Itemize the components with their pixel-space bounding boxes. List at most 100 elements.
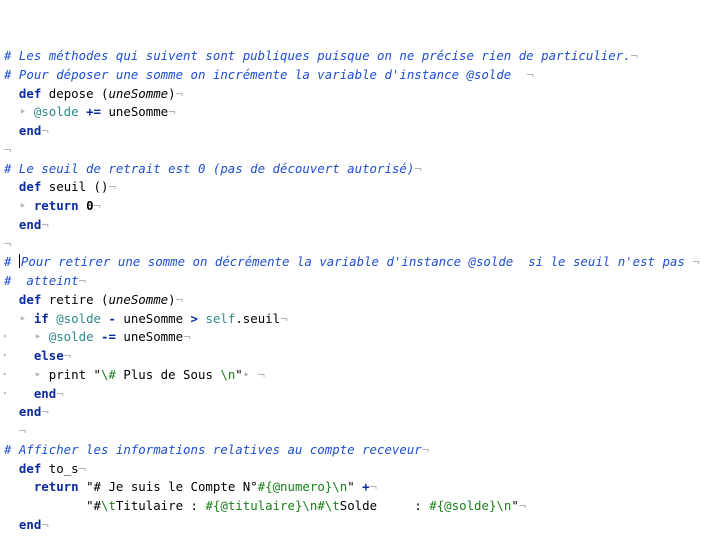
token-invis: ¬ [692,254,700,270]
token-keyword: return [33,198,79,213]
token-op: += [86,104,101,120]
code-text: # Le seuil de retrait est 0 (pas de déco… [4,159,422,178]
code-line[interactable]: # Afficher les informations relatives au… [0,440,720,459]
code-line[interactable]: ‣ else¬ [0,346,720,365]
code-line[interactable]: end¬ [0,121,720,140]
token-invis: ¬ [41,216,49,232]
token-invis: ¬ [526,66,534,82]
token-comment: # [4,254,19,270]
code-line[interactable]: def depose (uneSomme)¬ [0,84,720,103]
code-editor[interactable]: # Les méthodes qui suivent sont publique… [0,0,720,540]
code-line[interactable]: # atteint¬ [0,271,720,290]
token-escape: \# [101,366,116,382]
code-text: else¬ [4,346,71,365]
token-ident [4,461,19,476]
code-line[interactable]: ‣ end¬ [0,384,720,403]
code-line[interactable]: # Le seuil de retrait est 0 (pas de déco… [0,159,720,178]
code-line[interactable]: def seuil ()¬ [0,177,720,196]
token-comment: # atteint [4,273,79,288]
code-text: return "# Je suis le Compte N°#{@numero}… [4,477,377,496]
code-text: end¬ [4,384,64,403]
token-invis: ¬ [93,198,102,213]
code-text: # Les méthodes qui suivent sont publique… [4,46,638,65]
token-ident: to_s [41,460,79,476]
code-text: end¬ [4,402,49,421]
code-line[interactable]: ‣ @solde += uneSomme¬ [0,102,720,121]
token-comment: # Les méthodes qui suivent sont publique… [4,48,631,63]
code-line[interactable]: end¬ [0,402,720,421]
code-line[interactable]: ¬ [0,140,720,159]
code-text: def to_s¬ [4,459,86,478]
token-escape: \n [220,366,236,382]
token-ident [79,104,86,119]
token-ident [4,517,19,532]
code-line[interactable]: # Pour retirer une somme on décrémente l… [0,252,720,271]
token-ident: retire [41,291,101,307]
token-escape: \n [496,498,512,513]
code-line[interactable]: def to_s¬ [0,459,720,478]
code-line[interactable]: # Les méthodes qui suivent sont publique… [0,46,720,65]
code-line[interactable]: end¬ [0,515,720,534]
token-ivar: @solde [56,310,101,326]
code-line[interactable]: ‣ ‣ @solde -= uneSomme¬ [0,327,720,346]
token-invis: ¬ [168,104,176,120]
code-line[interactable]: ‣ if @solde - uneSomme > self.seuil¬ [0,309,720,328]
token-ident [4,86,19,101]
code-text: ‣ @solde += uneSomme¬ [4,102,176,121]
token-ident [79,198,86,213]
token-invis: ¬ [630,48,639,63]
code-text: def retire (uneSomme)¬ [4,290,183,309]
code-line[interactable]: ‣ return 0¬ [0,196,720,215]
token-ident: seuil [41,179,94,195]
code-text: # atteint¬ [4,271,86,290]
token-invis: ¬ [108,179,116,195]
code-text: end¬ [4,515,49,534]
code-text: ‣ if @solde - uneSomme > self.seuil¬ [4,309,288,328]
token-string: "# Je suis le Compte N° [86,479,258,495]
token-ident [4,404,19,419]
token-invis: ‣ [4,310,34,326]
token-invis: ‣ [4,104,34,120]
code-line[interactable]: ¬ [0,234,720,253]
token-string: Titulaire : [115,498,206,513]
token-ident: .seuil [235,310,281,326]
token-interp: #{@solde} [429,498,497,513]
code-line[interactable]: end¬ [0,215,720,234]
token-invis: ¬ [4,423,27,438]
token-ident [4,292,19,307]
token-keyword: def [18,460,42,476]
token-keyword: if [33,310,49,326]
token-string: "# [86,498,101,513]
token-invis: ¬ [518,498,527,513]
token-invis: ¬ [4,141,12,157]
code-line[interactable]: def retire (uneSomme)¬ [0,290,720,309]
token-escape: \n [332,479,348,495]
code-line[interactable]: "#\tTitulaire : #{@titulaire}\n#\tSolde … [0,496,720,515]
token-keyword: end [18,516,42,532]
token-punct: ) [168,85,176,101]
token-punct: () [93,179,109,195]
token-op: -= [101,329,116,345]
token-invis: ¬ [175,85,184,101]
token-keyword: end [18,216,42,232]
token-ident [4,348,34,363]
token-string: " [511,498,519,513]
code-line[interactable]: return "# Je suis le Compte N°#{@numero}… [0,477,720,496]
text-caret [18,254,20,269]
code-text: ‣ @solde -= uneSomme¬ [4,327,191,346]
code-text: def seuil ()¬ [4,177,116,196]
token-ident [4,123,19,138]
token-keyword: def [18,179,42,195]
token-param: uneSomme [108,291,169,307]
token-ident [4,479,34,494]
code-line[interactable]: ‣ ‣ print "\# Plus de Sous \n"‣ ¬ [0,365,720,384]
token-invis: ¬ [414,160,422,176]
code-line[interactable]: # Pour déposer une somme on incrémente l… [0,65,720,84]
token-ident: uneSomme [115,310,191,326]
token-invis: ¬ [41,516,49,532]
token-keyword: end [18,123,42,138]
code-line[interactable]: ¬ [0,421,720,440]
token-ident [79,479,86,494]
code-text: ‣ print "\# Plus de Sous \n"‣ ¬ [4,365,265,384]
token-keyword: end [33,385,57,401]
